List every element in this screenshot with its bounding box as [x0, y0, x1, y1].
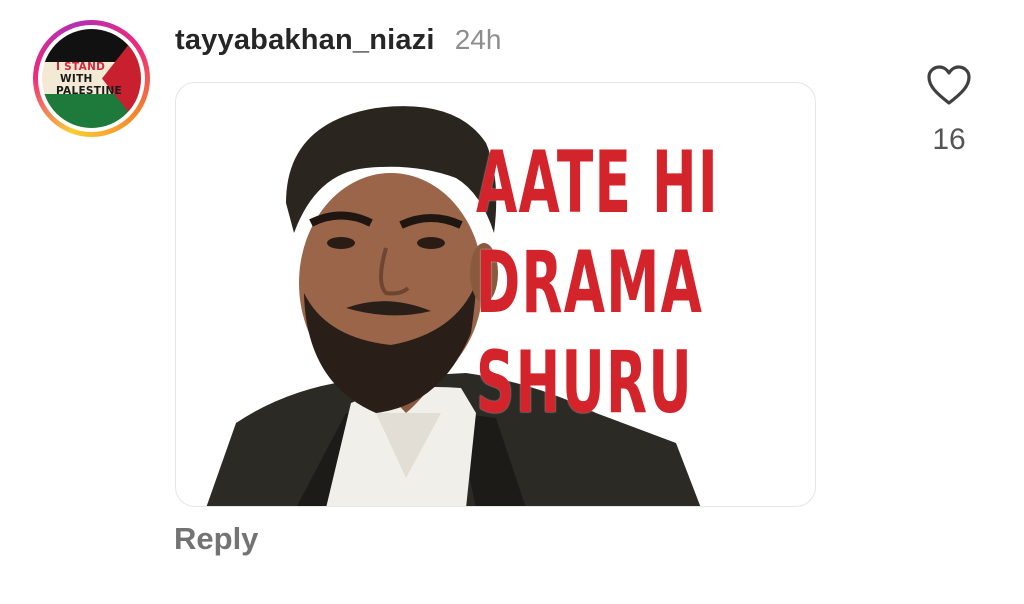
reply-button[interactable]: Reply — [174, 521, 258, 557]
avatar-badge-line-3: PALESTINE — [56, 84, 123, 97]
story-ring[interactable]: I STAND WITH PALESTINE — [33, 20, 150, 137]
username-link[interactable]: tayyabakhan_niazi — [175, 24, 435, 57]
sticker-line-3: SHURU — [476, 333, 693, 433]
sticker-image[interactable]: AATE HI DRAMA SHURU — [175, 82, 816, 507]
sticker-line-1: AATE HI — [476, 133, 719, 233]
sticker-caption: AATE HI DRAMA SHURU — [476, 133, 776, 433]
like-control: 16 — [926, 64, 972, 157]
comment-item: I STAND WITH PALESTINE tayyabakhan_niazi… — [0, 0, 1024, 604]
comment-header: tayyabakhan_niazi 24h — [175, 24, 501, 57]
avatar-badge-line-1: I STAND — [56, 60, 106, 73]
like-count: 16 — [932, 123, 966, 156]
heart-outline-icon[interactable] — [926, 64, 972, 106]
avatar-badge-line-2: WITH — [60, 72, 93, 85]
sticker-line-2: DRAMA — [476, 233, 704, 333]
avatar[interactable]: I STAND WITH PALESTINE — [42, 29, 141, 128]
timestamp: 24h — [454, 24, 502, 55]
avatar-badge-text: I STAND WITH PALESTINE — [42, 29, 141, 128]
